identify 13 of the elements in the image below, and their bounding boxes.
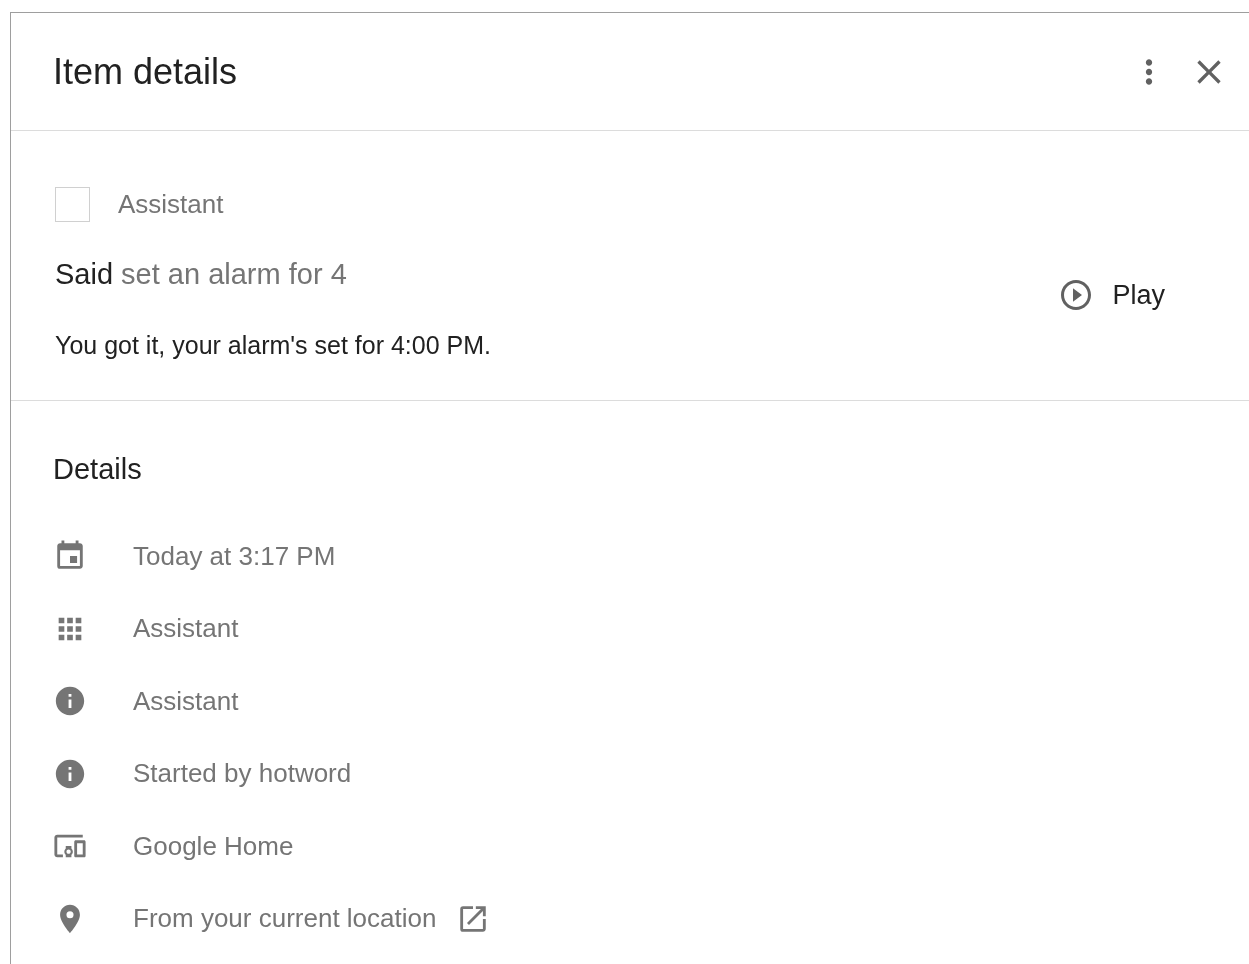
section-title: Details [53,453,143,486]
detail-text: Started by hotword [133,758,352,790]
detail-text: Google Home [133,830,294,862]
play-button[interactable]: Play [1058,277,1165,313]
checkbox[interactable] [55,187,90,222]
detail-text: Assistant [133,685,239,717]
said-query-text: Said set an alarm for 4 [55,258,348,291]
response-text: You got it, your alarm's set for 4:00 PM. [55,331,492,360]
detail-text: Assistant [133,613,239,645]
product-label: Assistant [118,189,224,220]
detail-text: Today at 3:17 PM [133,540,336,572]
detail-text: From your current location [133,903,437,935]
window-title: Item details [53,50,239,93]
